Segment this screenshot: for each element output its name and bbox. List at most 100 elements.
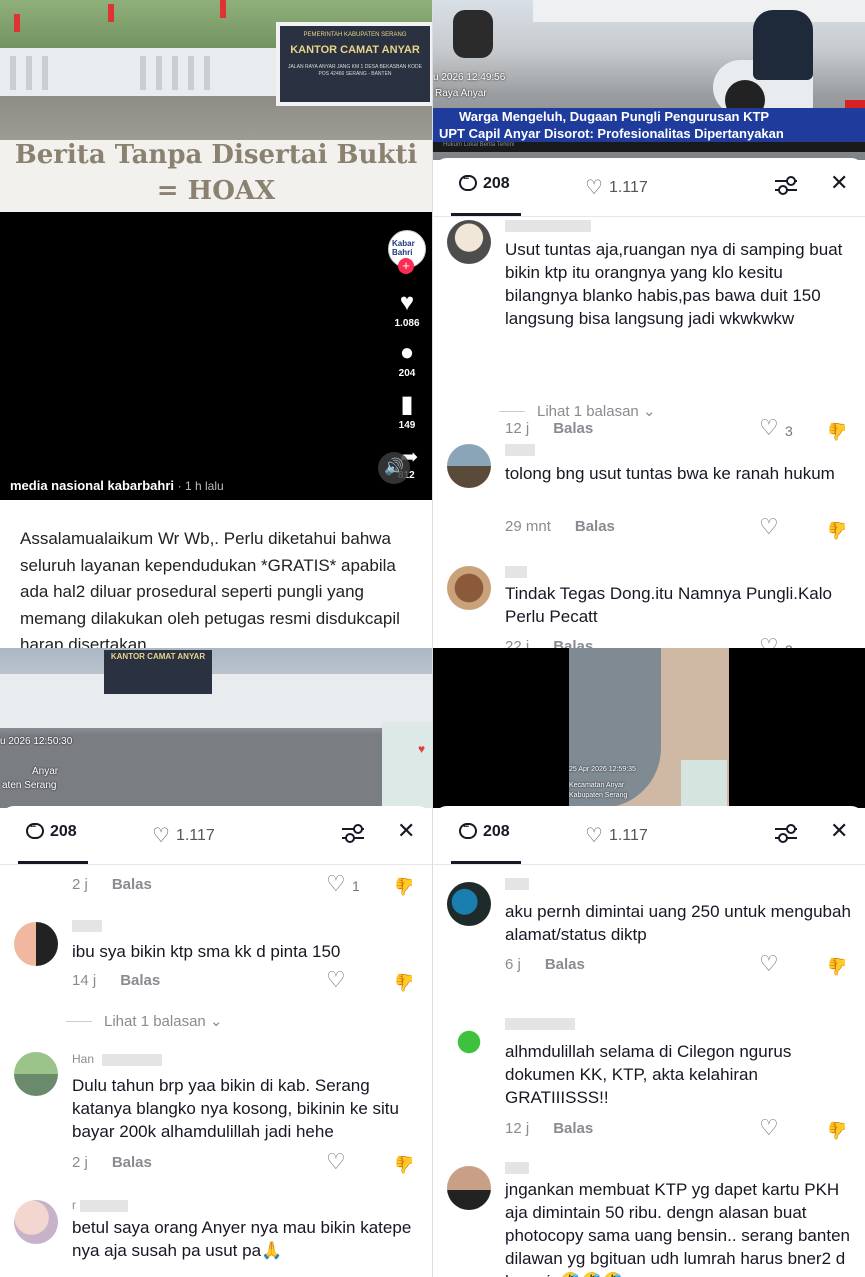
channel-avatar-text: Kabar Bahri: [392, 239, 415, 257]
thumbs-down-icon[interactable]: 👍: [827, 421, 848, 441]
active-tab-indicator: [451, 861, 521, 864]
comment-text: betul saya orang Anyer nya mau bikin kat…: [72, 1218, 412, 1260]
phone-video-comments: 25 Apr 2026 12:59:35 Kecamatan Anyar Kab…: [433, 648, 865, 1277]
tab-likes[interactable]: ♡ 1.117: [585, 823, 648, 848]
reply-button[interactable]: Balas: [120, 972, 160, 989]
comments-panel: 208 ♡ 1.117 ✕ Usut tuntas aja,ruangan nya…: [433, 158, 865, 648]
comment-text: Usut tuntas aja,ruangan nya di samping b…: [505, 240, 843, 328]
heart-outline-icon[interactable]: ♡: [326, 967, 346, 993]
comment-username[interactable]: [505, 564, 527, 578]
reply-button[interactable]: Balas: [545, 956, 585, 973]
video-location-line-2: Kabupaten Serang: [569, 792, 628, 799]
video-author-line: media nasional kabarbahri · 1 h lalu: [10, 478, 224, 493]
heart-outline-icon: ♡: [152, 825, 170, 847]
thumbs-down-icon[interactable]: 👍: [394, 876, 415, 896]
avatar[interactable]: [14, 1200, 58, 1244]
headline-line-2: UPT Capil Anyar Disorot: Profesionalitas…: [439, 126, 784, 141]
thumbs-down-icon[interactable]: 👍: [394, 972, 415, 992]
username-text: r: [72, 1198, 76, 1212]
phone-video-frame[interactable]: 25 Apr 2026 12:59:35 Kecamatan Anyar Kab…: [433, 648, 865, 808]
rider-figure: [713, 10, 823, 120]
thumbs-down-icon[interactable]: 👍: [827, 520, 848, 540]
reply-button[interactable]: Balas: [112, 1154, 152, 1171]
comments-header: 208 ♡ 1.117 ✕: [433, 806, 865, 865]
reply-button[interactable]: Balas: [553, 420, 593, 437]
like-count: 1.117: [608, 827, 648, 844]
author-name[interactable]: media nasional kabarbahri: [10, 478, 174, 493]
filter-icon[interactable]: [342, 822, 364, 844]
office-video-frame[interactable]: KANTOR CAMAT ANYAR u 2026 12:50:30 Anyar…: [0, 648, 432, 808]
comment-count: 208: [50, 823, 77, 840]
heart-outline-icon: ♡: [585, 825, 603, 847]
comment-username[interactable]: [505, 1160, 529, 1174]
heart-outline-icon[interactable]: ♡: [326, 871, 346, 897]
motorbike-figure: [453, 10, 493, 58]
thumbs-down-icon[interactable]: 👍: [827, 1120, 848, 1140]
tab-comments[interactable]: 208: [459, 819, 510, 841]
bookmark-button[interactable]: ▮ 149: [388, 392, 426, 432]
avatar[interactable]: [447, 220, 491, 264]
avatar[interactable]: [447, 566, 491, 610]
thumbs-down-icon[interactable]: 👍: [827, 956, 848, 976]
comment-username[interactable]: r: [72, 1198, 128, 1212]
heart-outline-icon[interactable]: ♡: [759, 514, 779, 540]
tab-likes[interactable]: ♡ 1.117: [152, 823, 215, 848]
reply-button[interactable]: Balas: [575, 518, 615, 535]
comment-icon: [459, 819, 477, 839]
comment-button[interactable]: ● 204: [388, 340, 426, 380]
office-video-comments: KANTOR CAMAT ANYAR u 2026 12:50:30 Anyar…: [0, 648, 432, 1277]
avatar[interactable]: [447, 1166, 491, 1210]
comment-username[interactable]: [505, 1016, 575, 1030]
comments-panel: 208 ♡ 1.117 ✕ 2 j Balas ♡ 1 👍 ibu sya biki…: [0, 806, 432, 1277]
close-icon[interactable]: ✕: [397, 818, 415, 844]
tab-comments[interactable]: 208: [459, 171, 510, 193]
news-video-frame[interactable]: u 2026 12:49:56 Raya Anyar Warga Mengelu…: [433, 0, 865, 160]
heart-outline-icon[interactable]: ♡: [759, 415, 779, 441]
comment-time: 14 j: [72, 972, 97, 989]
comment-username[interactable]: [505, 876, 529, 890]
filter-icon[interactable]: [775, 174, 797, 196]
tab-comments[interactable]: 208: [26, 819, 77, 841]
video-location-line-1: Anyar: [32, 766, 59, 777]
video-player[interactable]: [0, 212, 432, 500]
close-icon[interactable]: ✕: [830, 170, 848, 196]
filter-icon[interactable]: [775, 822, 797, 844]
avatar[interactable]: [447, 444, 491, 488]
comment-username[interactable]: [505, 442, 535, 456]
view-replies-link[interactable]: Lihat 1 balasan ⌄: [499, 402, 656, 420]
avatar[interactable]: [447, 882, 491, 926]
comment-time: 29 mnt: [505, 518, 551, 535]
comment-meta: 2 j Balas: [72, 1154, 152, 1171]
heart-outline-icon[interactable]: ♡: [326, 1149, 346, 1175]
video-timestamp: 25 Apr 2026 12:59:35: [569, 766, 636, 773]
view-replies-link[interactable]: Lihat 1 balasan ⌄: [66, 1012, 223, 1030]
thumbs-down-icon[interactable]: 👍: [394, 1154, 415, 1174]
comment-username[interactable]: [505, 218, 591, 232]
username-text: Han: [72, 1052, 95, 1066]
heart-outline-icon: ♡: [585, 177, 603, 199]
reply-button[interactable]: Balas: [553, 1120, 593, 1137]
close-icon[interactable]: ✕: [830, 818, 848, 844]
reply-button[interactable]: Balas: [112, 876, 152, 893]
comment-text: Dulu tahun brp yaa bikin di kab. Serang …: [72, 1076, 399, 1141]
comment-icon: [26, 819, 44, 839]
tab-likes[interactable]: ♡ 1.117: [585, 175, 648, 200]
comment-username[interactable]: Han: [72, 1052, 163, 1066]
avatar[interactable]: [14, 1052, 58, 1096]
like-count: 1.117: [175, 827, 215, 844]
heart-outline-icon[interactable]: ♡: [759, 634, 779, 648]
office-sign: KANTOR CAMAT ANYAR: [104, 650, 212, 694]
comment-username[interactable]: [72, 918, 102, 932]
follow-button[interactable]: +: [398, 258, 414, 274]
like-button[interactable]: ♥ 1.086: [388, 290, 426, 330]
comment-text: tolong bng usut tuntas bwa ke ranah huku…: [505, 464, 835, 483]
comment-meta: 12 j Balas: [505, 1120, 593, 1137]
avatar[interactable]: [14, 922, 58, 966]
reply-button[interactable]: Balas: [553, 638, 593, 648]
heart-outline-icon[interactable]: ♡: [759, 951, 779, 977]
volume-icon[interactable]: 🔊: [378, 452, 410, 484]
avatar[interactable]: [447, 1020, 491, 1064]
heart-outline-icon[interactable]: ♡: [759, 1115, 779, 1141]
comment-text: alhmdulillah selama di Cilegon ngurus do…: [505, 1042, 792, 1107]
sign-line-3: JALAN RAYA ANYAR JANG KM 1 DESA BEKASBAN…: [288, 64, 422, 77]
